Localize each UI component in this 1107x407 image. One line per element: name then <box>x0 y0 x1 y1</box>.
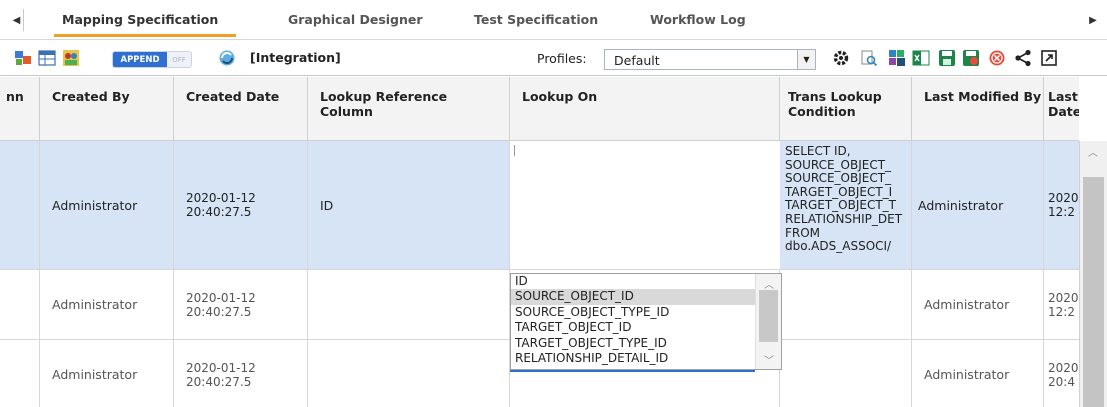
dropdown-option-highlighted[interactable]: SOURCE_OBJECT_ID <box>511 289 755 305</box>
grid-icon[interactable] <box>38 49 56 67</box>
dropdown-option[interactable]: ID <box>511 274 755 289</box>
tab-graphical-designer[interactable]: Graphical Designer <box>288 12 423 27</box>
chevron-down-icon[interactable]: ﹀ <box>764 352 774 367</box>
dropdown-scrollbar-thumb[interactable] <box>759 290 778 342</box>
gear-icon[interactable] <box>832 49 850 67</box>
model-icon[interactable] <box>14 49 32 67</box>
scroll-right-icon[interactable]: ▶ <box>1086 9 1100 31</box>
append-toggle[interactable]: APPEND OFF <box>112 51 192 68</box>
cell-last-modified-date[interactable]: 2020 12:2 <box>1044 141 1079 269</box>
save-icon[interactable] <box>938 49 956 67</box>
cell-lookup-reference-column[interactable] <box>308 340 510 407</box>
tab-test-specification[interactable]: Test Specification <box>474 12 598 27</box>
chevron-down-icon[interactable]: ▼ <box>797 50 815 69</box>
context-label: [Integration] <box>250 50 341 65</box>
grid-scrollbar[interactable]: ︿ <box>1079 141 1107 407</box>
scroll-left-icon[interactable]: ◀ <box>10 9 24 31</box>
dropdown-option[interactable]: RELATIONSHIP_DETAIL_ID <box>511 351 755 366</box>
tab-workflow-log[interactable]: Workflow Log <box>650 12 746 27</box>
users-icon[interactable] <box>62 49 80 67</box>
profiles-label: Profiles: <box>537 51 587 66</box>
row-cell-partial <box>0 141 40 269</box>
expand-icon[interactable] <box>1040 49 1058 67</box>
cell-created-by[interactable]: Administrator <box>40 270 174 339</box>
save-delete-icon[interactable] <box>962 49 980 67</box>
cell-last-modified-by[interactable]: Administrator <box>912 340 1044 407</box>
column-header-created-by[interactable]: Created By <box>40 77 174 141</box>
etl-icon[interactable] <box>888 49 906 67</box>
cell-created-by[interactable]: Administrator <box>40 141 174 269</box>
dropdown-option[interactable]: TARGET_OBJECT_ID <box>511 320 755 335</box>
dropdown-scrollbar[interactable]: ︿ ﹀ <box>755 274 781 369</box>
dropdown-option[interactable]: TARGET_OBJECT_TYPE_ID <box>511 336 755 351</box>
tab-mapping-specification[interactable]: Mapping Specification <box>62 12 218 27</box>
excel-icon[interactable] <box>912 49 930 67</box>
profile-select-value: Default <box>614 53 660 68</box>
text-cursor <box>514 145 515 156</box>
active-tab-indicator <box>54 34 236 37</box>
refresh-icon[interactable] <box>218 49 236 67</box>
column-header-last-modified-date[interactable]: Last M Date T <box>1044 77 1079 141</box>
scrollbar-thumb[interactable] <box>1083 177 1104 407</box>
profile-select[interactable]: Default ▼ <box>604 49 816 70</box>
scroll-up-icon[interactable]: ︿ <box>1088 144 1098 159</box>
cell-created-by[interactable]: Administrator <box>40 340 174 407</box>
app-window: ◀ Mapping Specification Graphical Design… <box>0 0 1107 407</box>
dropdown-focus-underline <box>510 370 755 372</box>
row-cell-partial <box>0 340 40 407</box>
cell-last-modified-by[interactable]: Administrator <box>912 141 1044 269</box>
tab-bar: ◀ Mapping Specification Graphical Design… <box>0 0 1107 40</box>
column-header-trans-lookup-condition[interactable]: Trans Lookup Condition <box>780 77 912 141</box>
cell-created-date[interactable]: 2020-01-12 20:40:27.5 <box>174 340 308 407</box>
lookup-on-dropdown[interactable]: ID SOURCE_OBJECT_ID SOURCE_OBJECT_TYPE_I… <box>510 273 782 370</box>
cell-created-date[interactable]: 2020-01-12 20:40:27.5 <box>174 270 308 339</box>
grid-header: nn Created By Created Date Lookup Refere… <box>0 77 1079 141</box>
share-icon[interactable] <box>1014 49 1032 67</box>
append-toggle-on: APPEND <box>113 52 167 67</box>
cell-last-modified-by[interactable]: Administrator <box>912 270 1044 339</box>
cell-lookup-reference-column[interactable] <box>308 270 510 339</box>
cell-lookup-reference-column[interactable]: ID <box>308 141 510 269</box>
cell-last-modified-date[interactable]: 2020 20:4 <box>1044 340 1079 407</box>
append-toggle-off: OFF <box>167 52 191 67</box>
cell-last-modified-date[interactable]: 2020 12:2 <box>1044 270 1079 339</box>
table-row[interactable]: Administrator 2020-01-12 20:40:27.5 ID S… <box>0 141 1079 270</box>
cell-trans-lookup-condition[interactable] <box>780 340 912 407</box>
column-header-last-modified-by[interactable]: Last Modified By <box>912 77 1044 141</box>
column-header-lookup-reference-column[interactable]: Lookup Reference Column <box>308 77 510 141</box>
search-doc-icon[interactable] <box>860 49 878 67</box>
chevron-up-icon[interactable]: ︿ <box>764 276 774 291</box>
lookup-on-editor[interactable] <box>510 141 780 269</box>
row-cell-partial <box>0 270 40 339</box>
cell-created-date[interactable]: 2020-01-12 20:40:27.5 <box>174 141 308 269</box>
column-header-created-date[interactable]: Created Date <box>174 77 308 141</box>
toolbar: APPEND OFF [Integration] Profiles: Defau… <box>0 40 1107 76</box>
close-circle-icon[interactable] <box>988 49 1006 67</box>
trans-lookup-condition-text: SELECT ID, SOURCE_OBJECT_ SOURCE_OBJECT_… <box>785 145 903 254</box>
cell-trans-lookup-condition[interactable] <box>780 270 912 339</box>
dropdown-option[interactable]: SOURCE_OBJECT_TYPE_ID <box>511 305 755 320</box>
column-header-partial[interactable]: nn <box>0 77 40 141</box>
column-header-lookup-on[interactable]: Lookup On <box>510 77 780 141</box>
